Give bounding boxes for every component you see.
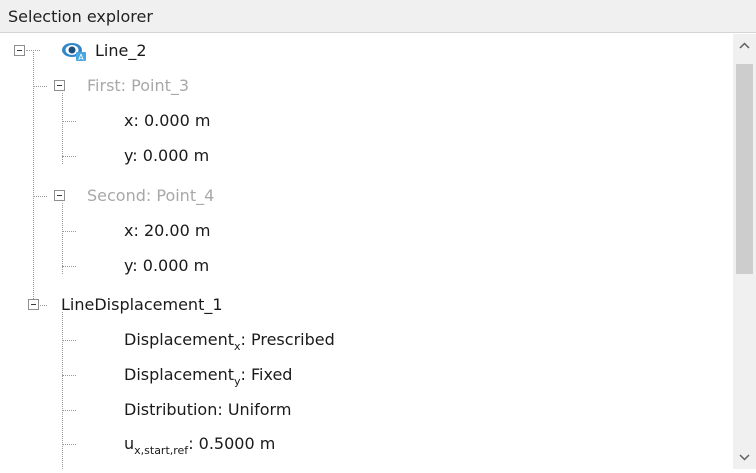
collapse-box-icon[interactable] (54, 80, 65, 91)
tree-node-second-point[interactable]: Second: Point_4 (0, 179, 733, 213)
tree-leaf-displacement-y[interactable]: Displacementy: Fixed (0, 358, 733, 392)
tree-leaf-value: x: 20.00 m (124, 221, 211, 240)
tree-leaf-distribution[interactable]: Distribution: Uniform (0, 393, 733, 427)
property-value: : Fixed (240, 365, 293, 384)
collapse-box-icon[interactable] (28, 299, 39, 310)
property-value: : 0.5000 m (188, 434, 276, 453)
tree-leaf-value: Displacementy: Fixed (124, 358, 292, 392)
tree-node-label: First: Point_3 (87, 76, 190, 95)
eye-icon: A (62, 43, 86, 62)
property-name: Displacement (124, 330, 234, 349)
vertical-scrollbar[interactable] (733, 34, 756, 469)
property-value: : Prescribed (240, 330, 335, 349)
tree-leaf-value: y: 0.000 m (124, 146, 210, 165)
tree-node-line-displacement[interactable]: LineDisplacement_1 (0, 288, 733, 322)
tree-leaf-displacement-x[interactable]: Displacementx: Prescribed (0, 323, 733, 357)
scrollbar-thumb[interactable] (736, 64, 753, 274)
panel-title: Selection explorer (0, 0, 756, 33)
selection-explorer-panel: Selection explorer A Line_2 First: Point… (0, 0, 756, 469)
scroll-down-button[interactable] (733, 445, 756, 469)
chevron-down-icon (739, 454, 750, 461)
tree-node-label: Line_2 (95, 41, 147, 60)
property-subscript: x,start,ref (134, 444, 189, 457)
tree-node-first-point[interactable]: First: Point_3 (0, 69, 733, 103)
tree-leaf-value: ux,start,ref: 0.5000 m (124, 427, 275, 461)
tree-leaf-value: x: 0.000 m (124, 111, 211, 130)
tree-node-label: Second: Point_4 (87, 186, 215, 205)
chevron-up-icon (739, 42, 750, 49)
property-name: u (124, 434, 135, 453)
tree-node-line-2[interactable]: A Line_2 (0, 34, 733, 68)
tree-node-label: LineDisplacement_1 (61, 295, 223, 314)
collapse-box-icon[interactable] (54, 190, 65, 201)
svg-text:A: A (78, 53, 84, 62)
property-name: Displacement (124, 365, 234, 384)
tree-leaf-value: Displacementx: Prescribed (124, 323, 335, 357)
scroll-up-button[interactable] (733, 34, 756, 58)
tree-leaf-first-y[interactable]: y: 0.000 m (0, 139, 733, 173)
tree-leaf-value: y: 0.000 m (124, 256, 210, 275)
tree-leaf-value: Distribution: Uniform (124, 400, 292, 419)
selection-tree[interactable]: A Line_2 First: Point_3 x: 0.000 m y: 0.… (0, 34, 733, 469)
tree-leaf-second-y[interactable]: y: 0.000 m (0, 249, 733, 283)
tree-leaf-second-x[interactable]: x: 20.00 m (0, 214, 733, 248)
collapse-box-icon[interactable] (14, 45, 25, 56)
tree-leaf-first-x[interactable]: x: 0.000 m (0, 104, 733, 138)
tree-leaf-u-start-ref[interactable]: ux,start,ref: 0.5000 m (0, 427, 733, 461)
